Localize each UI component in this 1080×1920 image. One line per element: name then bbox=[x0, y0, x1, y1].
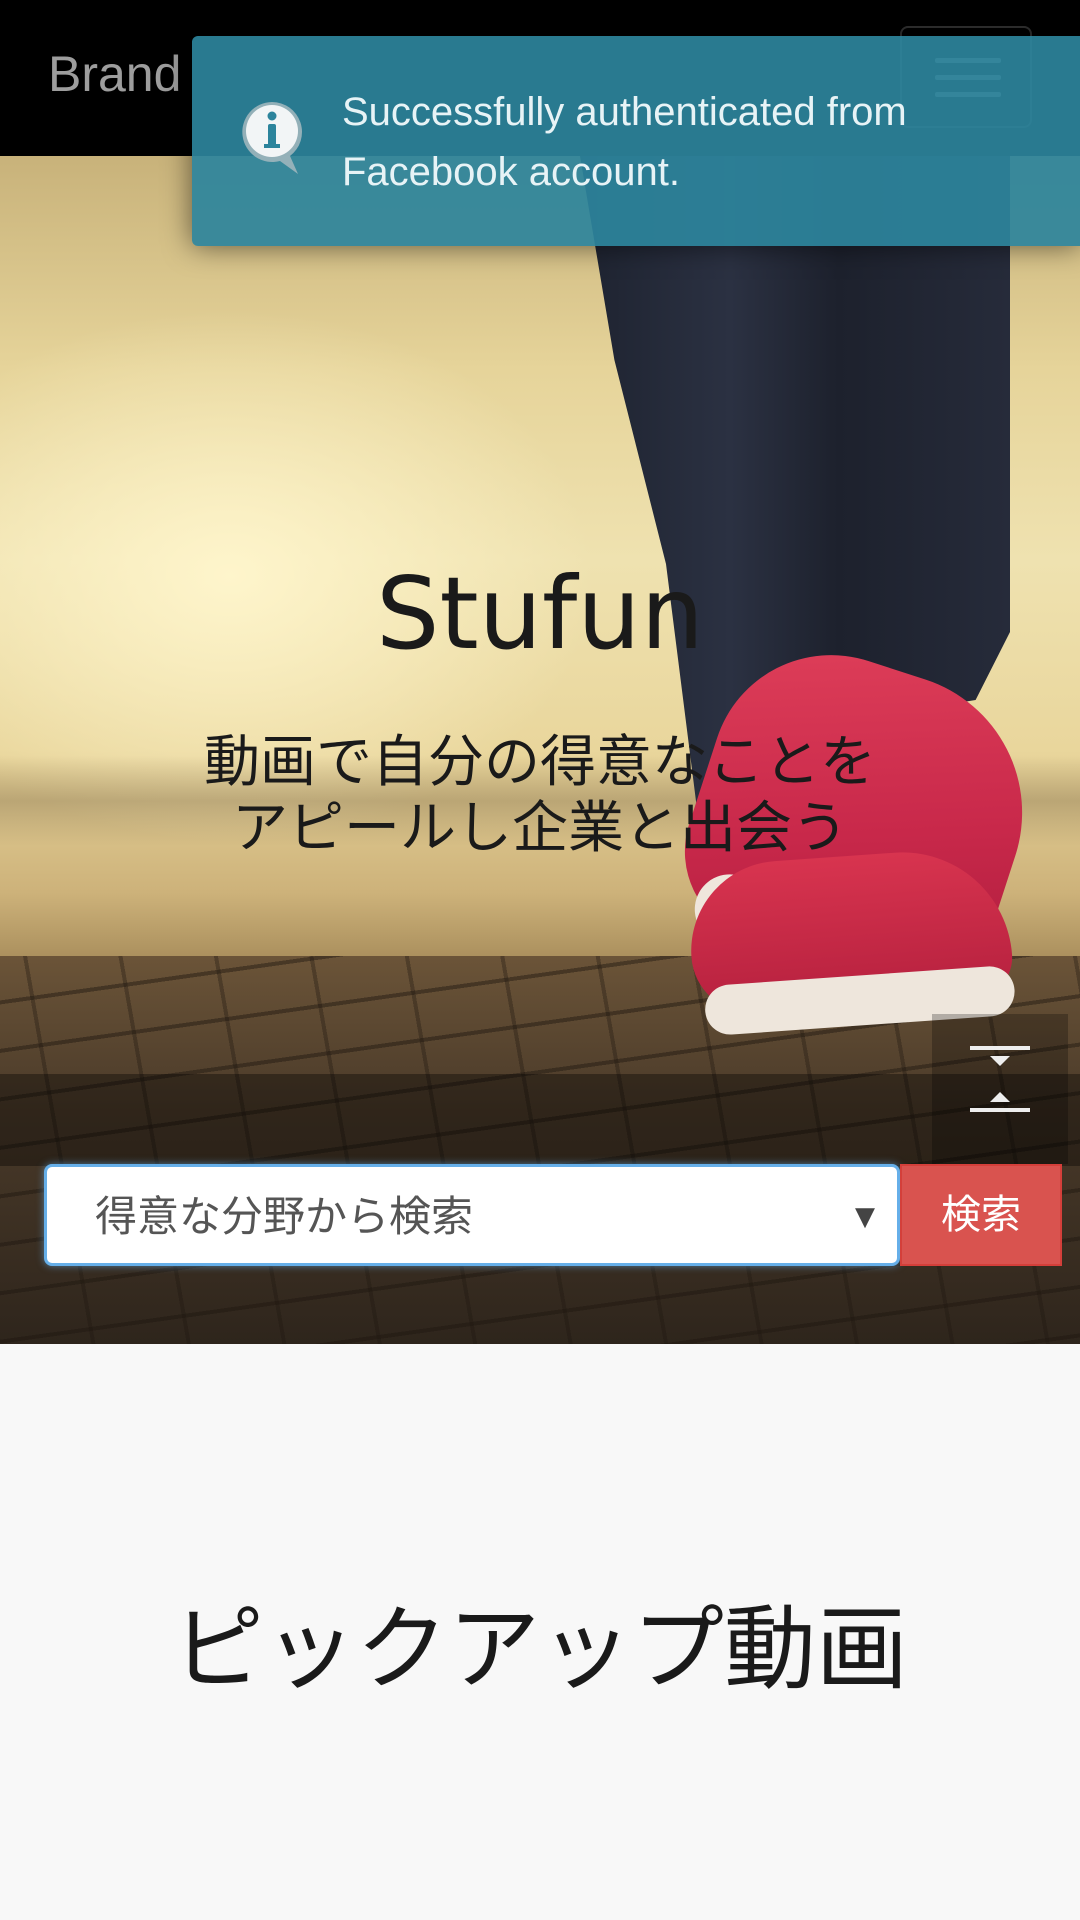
page: Brand Stufun 動画で自分の得意なことを アピールし企業と出会う 得意… bbox=[0, 0, 1080, 1920]
hero-title: Stufun bbox=[375, 555, 705, 672]
toast-message: Successfully authenticated from Facebook… bbox=[342, 90, 907, 194]
brand-link[interactable]: Brand bbox=[48, 44, 181, 104]
auth-success-toast[interactable]: Successfully authenticated from Facebook… bbox=[192, 36, 1080, 246]
pickup-videos-heading: ピックアップ動画 bbox=[171, 1596, 908, 1703]
hero-subtitle-line: 動画で自分の得意なことを bbox=[204, 730, 876, 795]
caret-down-icon: ▼ bbox=[855, 1202, 875, 1232]
hero-section: Stufun 動画で自分の得意なことを アピールし企業と出会う 得意な分野から検… bbox=[0, 156, 1080, 1344]
search-button[interactable]: 検索 bbox=[900, 1164, 1062, 1266]
collapse-band bbox=[0, 1074, 1080, 1166]
hero-subtitle-line: アピールし企業と出会う bbox=[232, 796, 848, 861]
collapse-vertical-icon bbox=[970, 1046, 1030, 1112]
category-search-select[interactable]: 得意な分野から検索 ▼ bbox=[44, 1164, 900, 1266]
collapse-toggle-button[interactable] bbox=[932, 1014, 1068, 1164]
category-select-value: 得意な分野から検索 bbox=[95, 1192, 474, 1241]
hero-subtitle: 動画で自分の得意なことを アピールし企業と出会う bbox=[140, 730, 940, 862]
info-speech-bubble-icon bbox=[242, 102, 302, 174]
